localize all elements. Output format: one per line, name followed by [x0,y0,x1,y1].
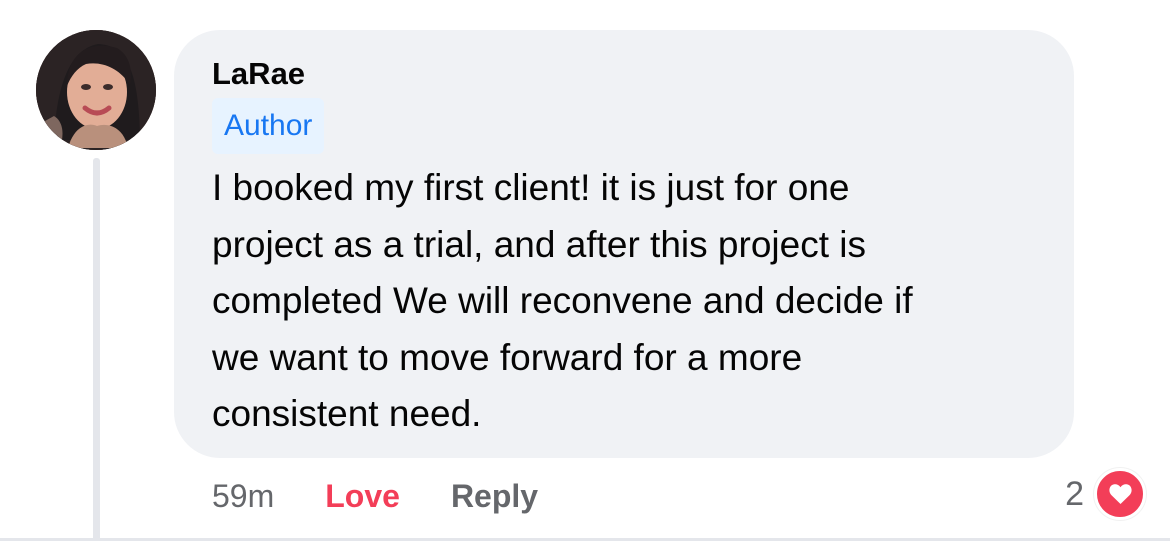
author-name[interactable]: LaRae [212,56,305,92]
comment-screen: LaRae Author I booked my first client! i… [0,0,1170,541]
comment-text: I booked my first client! it is just for… [212,167,913,434]
thread-line [93,158,100,541]
author-badge: Author [212,98,325,154]
reaction-summary[interactable]: 2 [1065,468,1146,520]
profile-photo [36,30,156,150]
heart-icon-shape [1108,484,1132,504]
avatar[interactable] [36,30,156,150]
comment-actions: 59m Love Reply [212,474,538,518]
timestamp[interactable]: 59m [212,478,274,515]
love-button[interactable]: Love [325,478,400,515]
reply-button[interactable]: Reply [451,478,538,515]
reaction-count: 2 [1065,474,1084,513]
heart-icon [1094,468,1146,520]
